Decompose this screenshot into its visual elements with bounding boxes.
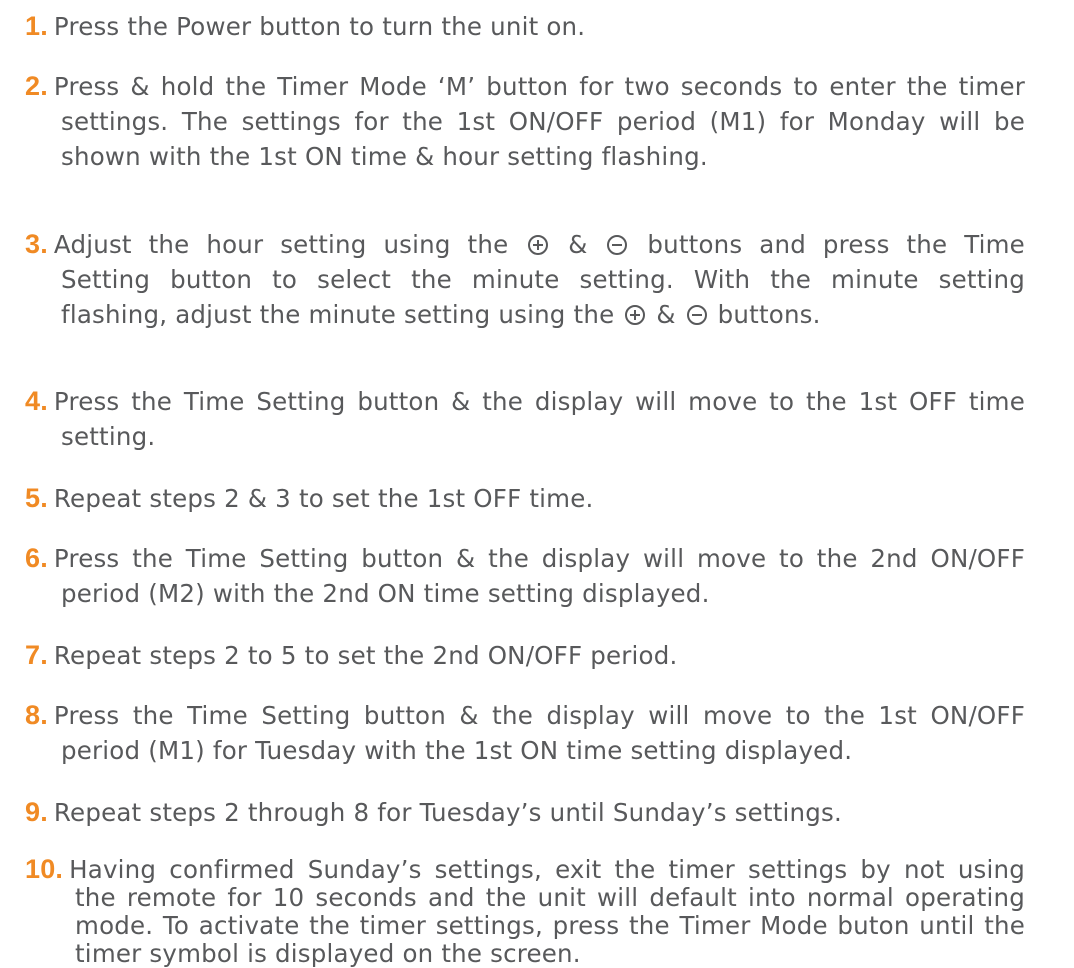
minus-circle-icon: [686, 305, 707, 325]
step-number: 8.: [25, 700, 48, 730]
step-text: shown with the 1st ON time & hour settin…: [61, 142, 708, 171]
step-10: 10. Having confirmed Sunday’s settings, e…: [25, 855, 1025, 968]
step-text: Press & hold the Timer Mode ‘M’ button f…: [53, 72, 1025, 101]
step-number: 10.: [25, 854, 64, 884]
minus-circle-icon: [607, 235, 628, 255]
step-number: 7.: [25, 640, 48, 670]
step-text: Setting button to select the minute sett…: [61, 265, 1025, 294]
step-number: 5.: [25, 483, 48, 513]
step-text: buttons and press the Time: [647, 230, 1025, 259]
step-text: Press the Time Setting button & the disp…: [53, 387, 1025, 416]
step-number: 1.: [25, 11, 48, 41]
step-text: timer symbol is displayed on the screen.: [75, 939, 581, 968]
step-7: 7. Repeat steps 2 to 5 to set the 2nd ON/…: [25, 638, 1025, 673]
plus-circle-icon: [528, 235, 549, 255]
step-1: 1. Press the Power button to turn the uni…: [25, 9, 1025, 44]
step-text: flashing, adjust the minute setting usin…: [61, 300, 615, 329]
step-text: &: [656, 300, 676, 329]
step-text: Adjust the hour setting using the: [53, 230, 509, 259]
step-text: period (M2) with the 2nd ON time setting…: [61, 579, 710, 608]
step-5: 5. Repeat steps 2 & 3 to set the 1st OFF …: [25, 481, 1025, 516]
step-number: 3.: [25, 229, 48, 259]
step-text: period (M1) for Tuesday with the 1st ON …: [61, 736, 853, 765]
step-text: buttons.: [717, 300, 821, 329]
step-text: setting.: [61, 422, 156, 451]
plus-circle-icon: [625, 305, 646, 325]
step-6: 6. Press the Time Setting button & the di…: [25, 541, 1025, 611]
step-number: 4.: [25, 386, 48, 416]
step-number: 6.: [25, 543, 48, 573]
step-text: the remote for 10 seconds and the unit w…: [75, 883, 1025, 912]
step-text: Repeat steps 2 to 5 to set the 2nd ON/OF…: [53, 641, 678, 670]
step-text: &: [568, 230, 588, 259]
step-text: settings. The settings for the 1st ON/OF…: [61, 107, 1025, 136]
step-text: Press the Power button to turn the unit …: [53, 12, 586, 41]
step-3: 3. Adjust the hour setting using the & bu…: [25, 227, 1025, 332]
step-4: 4. Press the Time Setting button & the di…: [25, 384, 1025, 454]
step-text: Press the Time Setting button & the disp…: [53, 701, 1025, 730]
step-number: 9.: [25, 797, 48, 827]
step-9: 9. Repeat steps 2 through 8 for Tuesday’s…: [25, 795, 1025, 830]
step-text: Repeat steps 2 & 3 to set the 1st OFF ti…: [53, 484, 594, 513]
step-number: 2.: [25, 71, 48, 101]
step-text: Press the Time Setting button & the disp…: [53, 544, 1025, 573]
step-2: 2. Press & hold the Timer Mode ‘M’ button…: [25, 69, 1025, 174]
step-text: Having confirmed Sunday’s settings, exit…: [69, 855, 1025, 884]
step-8: 8. Press the Time Setting button & the di…: [25, 698, 1025, 768]
step-text: Repeat steps 2 through 8 for Tuesday’s u…: [53, 798, 842, 827]
